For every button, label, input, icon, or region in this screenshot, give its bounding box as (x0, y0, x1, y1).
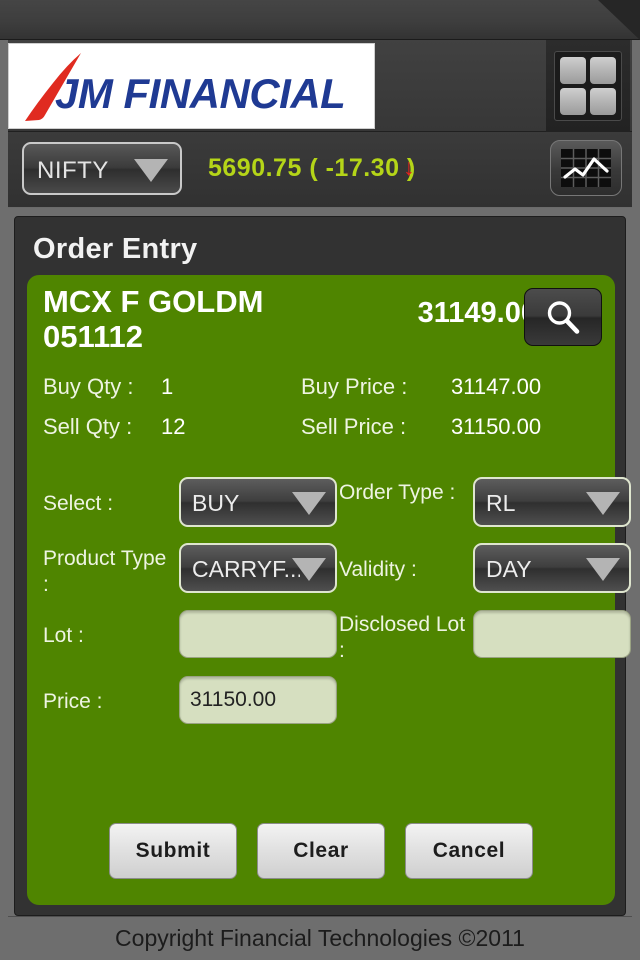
status-bar-corner (598, 0, 640, 40)
order-type-dropdown[interactable]: RL (473, 477, 631, 527)
app-root: JM FINANCIAL NIFTY 5690.75 ( -17.30 ) ↓ (0, 0, 640, 960)
instrument-symbol: MCX F GOLDM 051112 (43, 284, 264, 354)
price-label: Price : (43, 690, 103, 713)
lot-label: Lot : (43, 624, 84, 647)
form-row-product: Product Type : CARRYF... Validity : DAY (43, 541, 631, 607)
sell-qty-label: Sell Qty : (43, 414, 133, 439)
action-buttons: Submit Clear Cancel (27, 823, 615, 879)
order-entry-card: MCX F GOLDM 051112 31149.00 Buy Qty : 1 … (27, 275, 631, 905)
page-title: Order Entry (33, 233, 198, 265)
footer: Copyright Financial Technologies ©2011 (8, 916, 632, 960)
buy-price-label: Buy Price : (301, 374, 408, 399)
chart-icon (561, 149, 611, 187)
product-type-label: Product Type : (43, 547, 167, 597)
index-selector-label: NIFTY (37, 157, 109, 184)
cancel-button[interactable]: Cancel (405, 823, 533, 879)
chart-button[interactable] (550, 140, 622, 196)
sell-price-label: Sell Price : (301, 414, 407, 439)
side-dropdown-value: BUY (192, 490, 240, 516)
submit-button[interactable]: Submit (109, 823, 237, 879)
order-type-dropdown-value: RL (486, 490, 516, 516)
sell-qty-value: 12 (161, 414, 186, 439)
chevron-down-icon (292, 492, 326, 515)
ticker-bar: NIFTY 5690.75 ( -17.30 ) ↓ (8, 132, 632, 208)
side-dropdown[interactable]: BUY (179, 477, 337, 527)
sell-price-value: 31150.00 (451, 414, 542, 439)
app-window: JM FINANCIAL NIFTY 5690.75 ( -17.30 ) ↓ (8, 40, 632, 960)
buy-qty-label: Buy Qty : (43, 374, 134, 399)
validity-dropdown-value: DAY (486, 556, 532, 582)
grid-menu-icon (554, 51, 622, 121)
form-row-lot: Lot : Disclosed Lot : (43, 607, 631, 673)
lot-input[interactable] (179, 610, 337, 658)
product-type-dropdown-value: CARRYF... (192, 556, 300, 582)
price-input-value: 31150.00 (190, 688, 277, 711)
select-label: Select : (43, 492, 114, 515)
chevron-down-icon (134, 159, 168, 182)
status-bar (0, 0, 640, 40)
order-entry-panel: Order Entry MCX F GOLDM 051112 31149.00 … (14, 216, 631, 916)
product-type-dropdown[interactable]: CARRYF... (179, 543, 337, 593)
buy-qty-value: 1 (161, 374, 174, 399)
buy-price-value: 31147.00 (451, 374, 542, 399)
search-icon (547, 301, 580, 334)
order-form: Select : BUY Order Type : RL Product Typ… (43, 475, 631, 739)
quote-grid: Buy Qty : 1 Buy Price : 31147.00 Sell Qt… (43, 367, 599, 447)
order-type-label: Order Type : (339, 481, 456, 504)
index-selector-dropdown[interactable]: NIFTY (22, 142, 182, 195)
grid-cell (590, 57, 616, 84)
quote-row: Sell Qty : 12 Sell Price : 31150.00 (43, 407, 599, 447)
brand-logo: JM FINANCIAL (8, 43, 375, 129)
clear-button[interactable]: Clear (257, 823, 385, 879)
chevron-down-icon (586, 492, 620, 515)
chevron-down-icon (586, 558, 620, 581)
disclosed-lot-label: Disclosed Lot : (339, 613, 466, 663)
chevron-down-icon (292, 558, 326, 581)
validity-dropdown[interactable]: DAY (473, 543, 631, 593)
arrow-down-icon: ↓ (403, 154, 415, 180)
price-input[interactable]: 31150.00 (179, 676, 337, 724)
search-button[interactable] (524, 288, 602, 346)
grid-cell (560, 88, 586, 115)
disclosed-lot-input[interactable] (473, 610, 631, 658)
validity-label: Validity : (339, 558, 417, 581)
index-value: 5690.75 ( -17.30 ) (208, 154, 416, 182)
copyright-text: Copyright Financial Technologies ©2011 (115, 925, 525, 951)
brand-name: JM FINANCIAL (55, 70, 346, 117)
grid-menu-button[interactable] (546, 40, 630, 132)
quote-row: Buy Qty : 1 Buy Price : 31147.00 (43, 367, 599, 407)
form-row-price: Price : 31150.00 (43, 673, 603, 739)
brand-header: JM FINANCIAL (8, 40, 632, 132)
last-traded-price: 31149.00 (417, 297, 537, 329)
grid-cell (590, 88, 616, 115)
form-row-side: Select : BUY Order Type : RL (43, 475, 631, 541)
grid-cell (560, 57, 586, 84)
